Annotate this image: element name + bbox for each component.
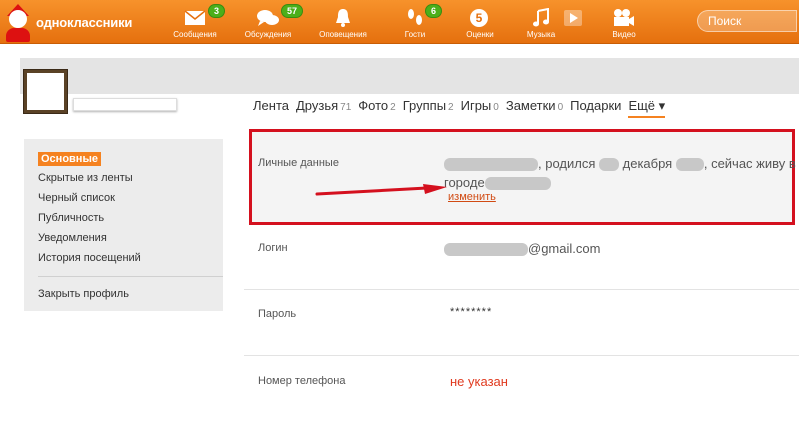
nav-discussions[interactable]: 57 Обсуждения — [238, 0, 304, 44]
chat-bubbles-icon — [255, 7, 281, 29]
settings-sidebar: Основные Скрытые из ленты Черный список … — [24, 139, 223, 311]
video-camera-icon — [611, 7, 637, 29]
rating-five-icon: 5 — [467, 7, 493, 29]
search-input[interactable]: Поиск — [697, 10, 797, 32]
nav-label: Видео — [612, 30, 636, 39]
tab-gifts[interactable]: Подарки — [570, 98, 621, 118]
bell-icon — [330, 7, 356, 29]
login-label: Логин — [258, 242, 288, 254]
music-play-button[interactable] — [560, 0, 586, 44]
santa-logo-icon — [0, 0, 36, 44]
tab-groups[interactable]: Группы 2 — [403, 98, 454, 118]
envelope-icon — [182, 7, 208, 29]
discussions-badge: 57 — [281, 4, 304, 18]
red-arrow-annotation — [315, 184, 447, 196]
redacted-name — [444, 158, 538, 172]
nav-video[interactable]: Видео — [604, 0, 644, 44]
tab-more[interactable]: Ещё ▾ — [628, 98, 666, 118]
profile-cover-band — [20, 58, 799, 94]
personal-data-value: , родился декабря , сейчас живу в — [444, 156, 796, 172]
personal-data-city: городе — [444, 175, 551, 191]
login-value: @gmail.com — [444, 241, 600, 257]
phone-label: Номер телефона — [258, 375, 346, 387]
sidebar-item-hidden-feed[interactable]: Скрытые из ленты — [38, 172, 133, 184]
divider — [38, 276, 223, 277]
redacted-city — [484, 177, 551, 191]
nav-notifications[interactable]: Оповещения — [312, 0, 374, 44]
nav-music[interactable]: Музыка — [522, 0, 560, 44]
nav-label: Сообщения — [173, 30, 217, 39]
sidebar-item-blacklist[interactable]: Черный список — [38, 192, 115, 204]
messages-badge: 3 — [208, 4, 226, 18]
nav-label: Гости — [404, 30, 426, 39]
svg-text:5: 5 — [476, 11, 483, 25]
avatar[interactable] — [24, 70, 67, 113]
sidebar-item-publicity[interactable]: Публичность — [38, 212, 104, 224]
profile-tabs: Лента Друзья 71 Фото 2 Группы 2 Игры 0 Замет… — [253, 98, 672, 118]
top-navigation-bar: одноклассники 3 Сообщения 57 Обсуждения … — [0, 0, 799, 44]
redacted-year — [675, 158, 704, 172]
nav-guests[interactable]: 6 Гости — [393, 0, 443, 44]
sidebar-item-notifications[interactable]: Уведомления — [38, 232, 107, 244]
brand-name: одноклассники — [36, 14, 133, 30]
tab-photos[interactable]: Фото 2 — [358, 98, 395, 118]
music-note-icon — [528, 7, 554, 29]
tab-games[interactable]: Игры 0 — [461, 98, 499, 118]
tab-feed[interactable]: Лента — [253, 98, 289, 118]
sidebar-item-visit-history[interactable]: История посещений — [38, 252, 141, 264]
personal-data-label: Личные данные — [258, 157, 339, 169]
nav-messages[interactable]: 3 Сообщения — [166, 0, 226, 44]
nav-ratings[interactable]: 5 Оценки — [458, 0, 502, 44]
logo[interactable]: одноклассники — [0, 0, 132, 44]
row-divider — [244, 289, 799, 290]
password-value: ******** — [450, 306, 493, 318]
password-label: Пароль — [258, 308, 297, 320]
sidebar-item-main[interactable]: Основные — [38, 152, 101, 166]
close-profile-link[interactable]: Закрыть профиль — [38, 288, 129, 300]
nav-label: Музыка — [526, 30, 556, 39]
nav-label: Обсуждения — [244, 30, 292, 39]
edit-personal-data-link[interactable]: изменить — [448, 191, 496, 203]
phone-value[interactable]: не указан — [450, 374, 508, 389]
nav-label: Оповещения — [319, 30, 367, 39]
guests-badge: 6 — [425, 4, 443, 18]
row-divider — [244, 355, 799, 356]
nav-label: Оценки — [466, 30, 494, 39]
tab-notes[interactable]: Заметки 0 — [506, 98, 563, 118]
tab-friends[interactable]: Друзья 71 — [296, 98, 351, 118]
profile-name-redacted — [73, 98, 177, 111]
redacted-email-user — [444, 243, 528, 257]
redacted-day — [599, 158, 619, 172]
play-icon — [560, 7, 586, 29]
